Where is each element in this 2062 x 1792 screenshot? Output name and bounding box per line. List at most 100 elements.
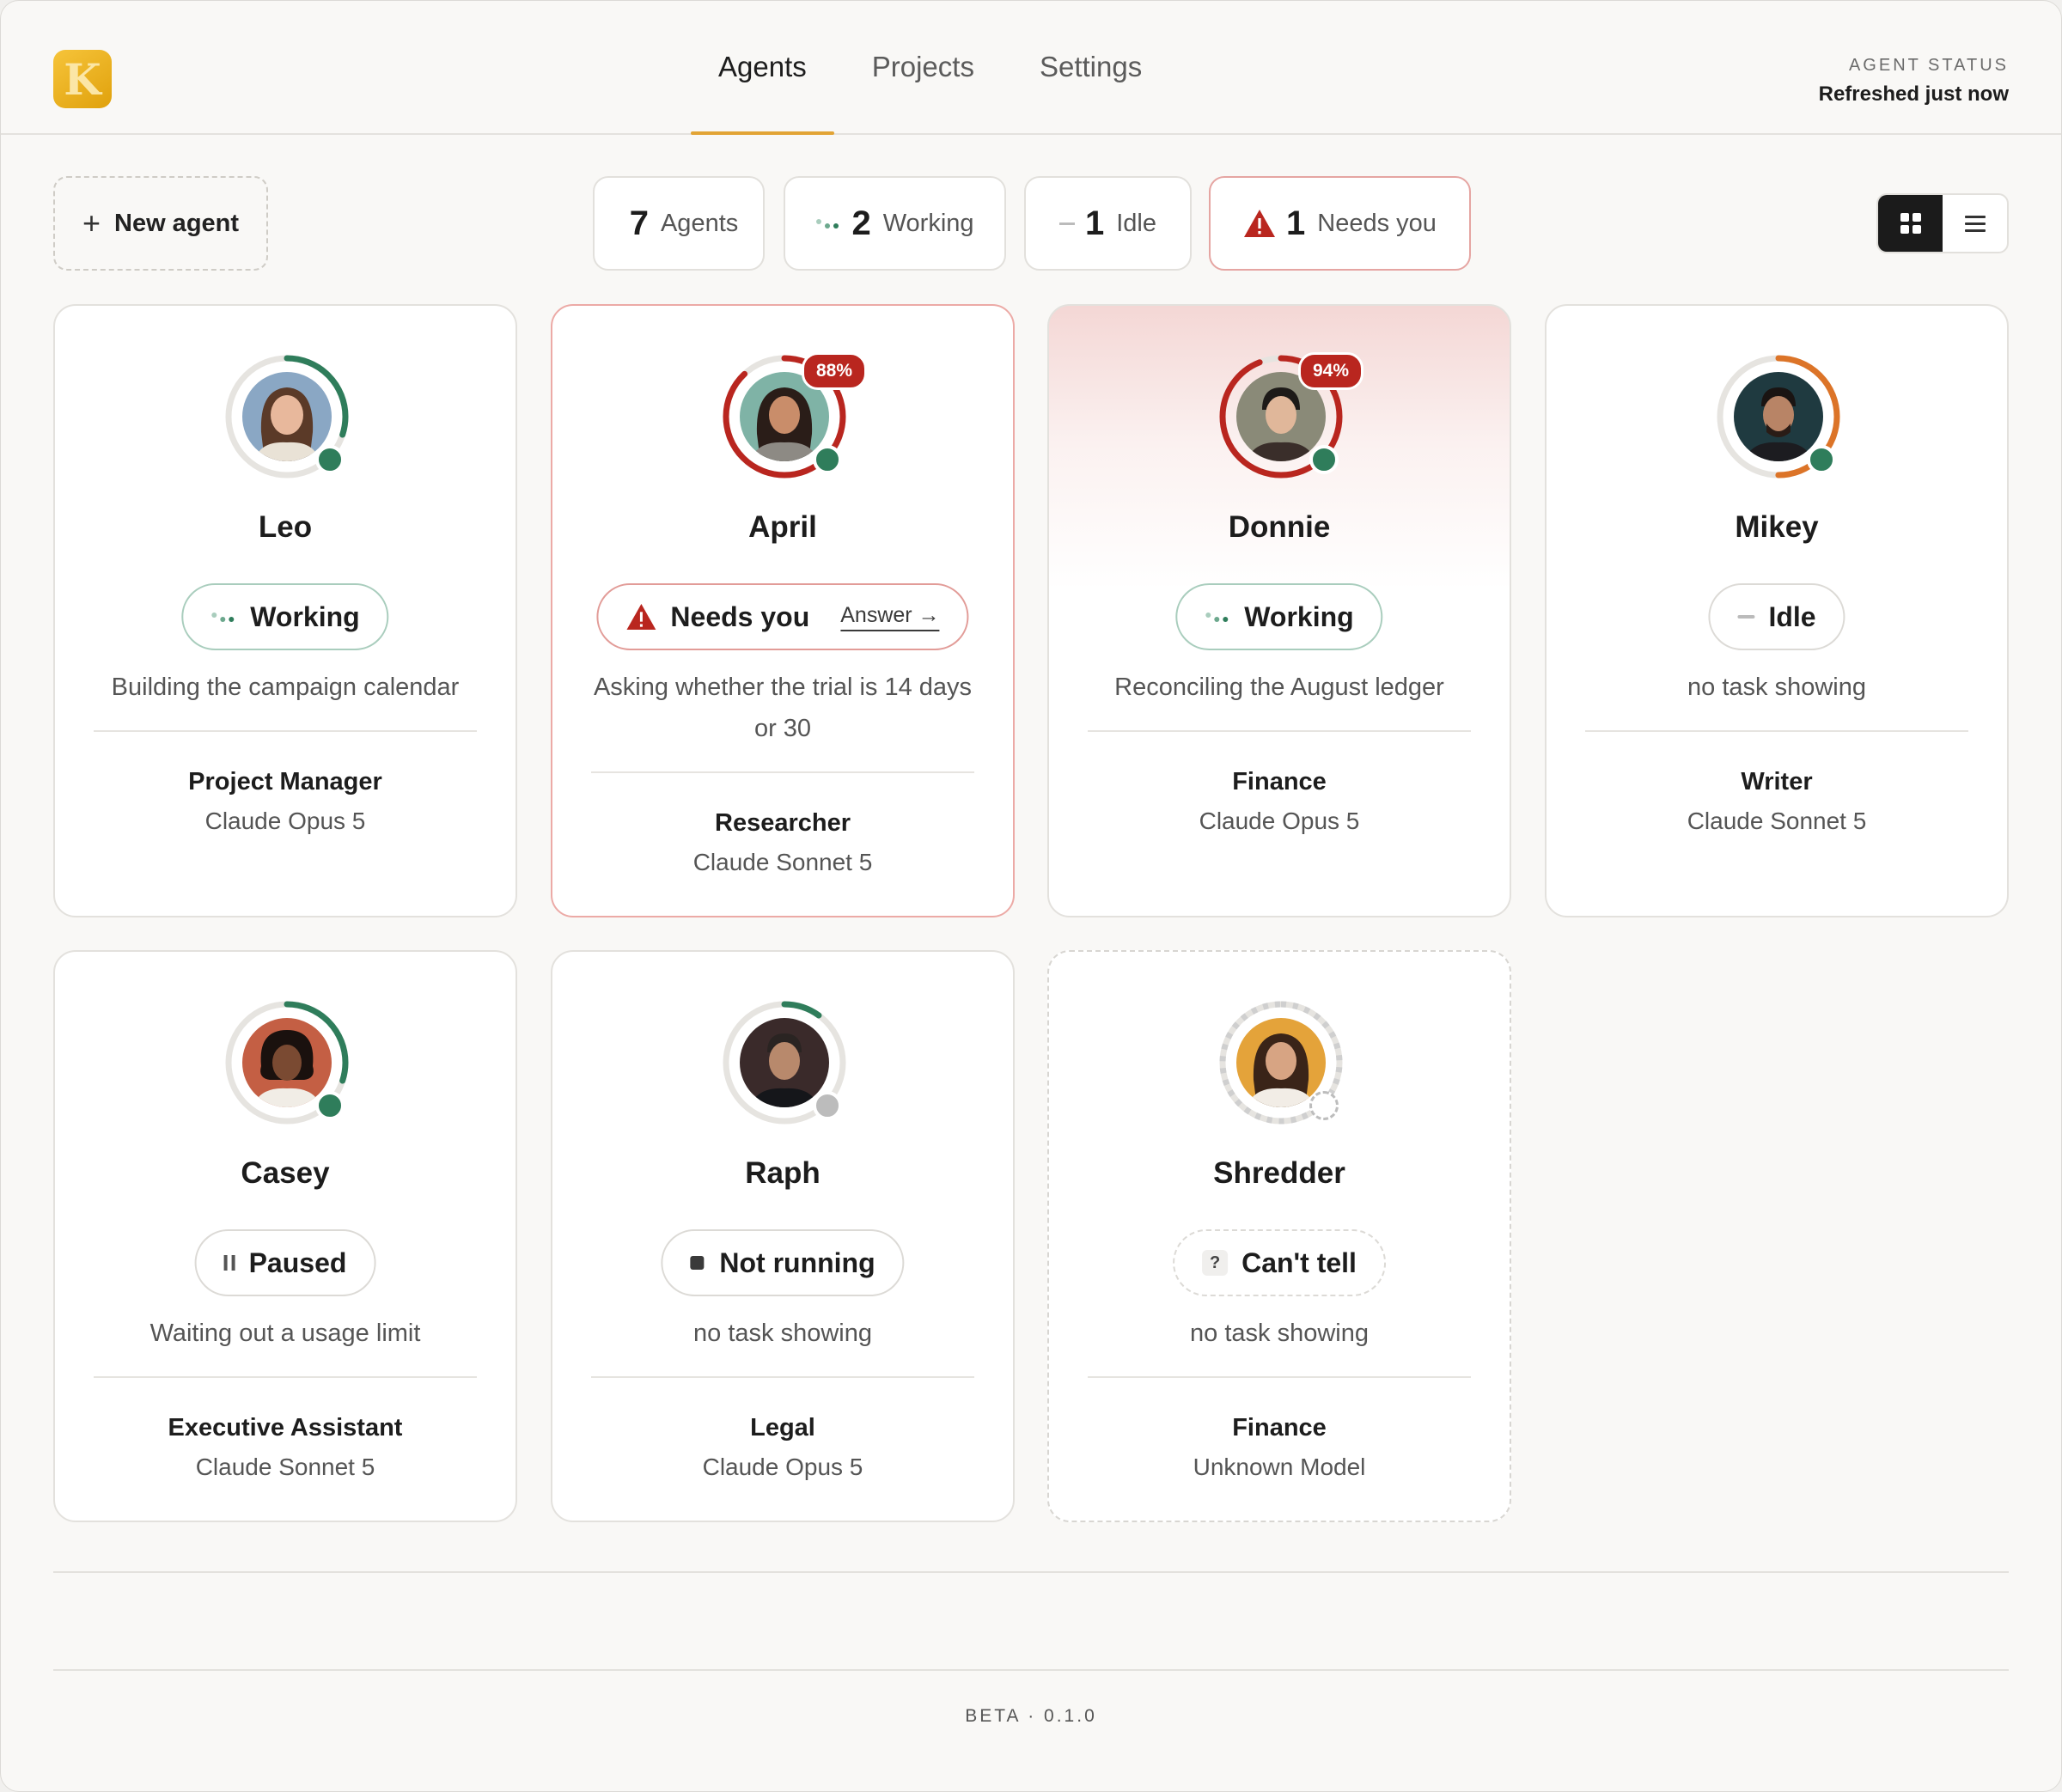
status-label: Working [1244, 600, 1354, 632]
agent-role: Finance [1232, 1414, 1327, 1442]
agent-role: Researcher [715, 809, 851, 837]
count-agents: 7 [629, 204, 649, 242]
online-indicator [315, 445, 345, 474]
context-usage-badge: 88% [802, 352, 868, 390]
new-agent-button[interactable]: + New agent [53, 176, 268, 271]
question-icon: ? [1202, 1250, 1229, 1276]
agent-card-april[interactable]: 88% April Needs you Answer → Asking whet… [551, 304, 1015, 917]
top-bar: K Agents Projects Settings AGENT STATUS … [1, 1, 2061, 135]
avatar-photo [242, 372, 332, 461]
avatar [1714, 352, 1843, 481]
agent-role: Executive Assistant [168, 1414, 403, 1442]
view-toggle [1876, 193, 2009, 253]
divider [591, 771, 974, 773]
status-label: Paused [248, 1246, 347, 1278]
agent-model: Claude Opus 5 [204, 808, 366, 834]
plus-icon: + [82, 205, 101, 241]
working-dots-icon [816, 219, 839, 229]
status-badge[interactable]: Needs you Answer → [596, 583, 969, 650]
status-badge: Working [181, 583, 389, 650]
agent-card-donnie[interactable]: 94% Donnie Working Reconciling the Augus… [1047, 304, 1511, 917]
avatar-photo [242, 1018, 332, 1107]
avatar [720, 998, 849, 1127]
section-divider [53, 1571, 2009, 1573]
status-label: Needs you [670, 600, 810, 632]
status-badge: Working [1175, 583, 1383, 650]
agent-role: Legal [750, 1414, 815, 1442]
answer-label: Answer [840, 602, 912, 627]
agent-card-raph[interactable]: Raph Not running no task showing Legal C… [551, 950, 1015, 1522]
divider [94, 1376, 477, 1378]
avatar-photo [1236, 1018, 1326, 1107]
tab-settings[interactable]: Settings [1040, 1, 1142, 133]
agent-status-label: AGENT STATUS [1848, 56, 2009, 75]
count-working: 2 [851, 204, 871, 242]
status-badge: Idle [1708, 583, 1845, 650]
new-agent-label: New agent [114, 209, 240, 237]
version-label: BETA · 0.1.0 [965, 1706, 1097, 1726]
agent-role: Project Manager [188, 768, 382, 795]
task-text: Asking whether the trial is 14 days or 3… [593, 674, 973, 742]
filter-working[interactable]: 2 Working [784, 176, 1006, 271]
count-needs-you: 1 [1286, 204, 1306, 242]
agent-name: Leo [258, 510, 313, 544]
avatar: 94% [1217, 352, 1364, 481]
list-view-button[interactable] [1943, 195, 2007, 252]
agent-name: Raph [745, 1156, 821, 1190]
agent-card-shredder[interactable]: Shredder ? Can't tell no task showing Fi… [1047, 950, 1511, 1522]
task-text: no task showing [1190, 1320, 1369, 1347]
agent-model: Claude Opus 5 [702, 1454, 863, 1480]
grid-view-button[interactable] [1878, 195, 1943, 252]
avatar-photo [1734, 372, 1823, 461]
answer-link[interactable]: Answer → [840, 602, 940, 631]
count-agents-label: Agents [660, 209, 739, 237]
agent-card-mikey[interactable]: Mikey Idle no task showing Writer Claude… [1545, 304, 2009, 917]
footer-divider [53, 1669, 2009, 1671]
agent-model: Claude Sonnet 5 [195, 1454, 375, 1480]
app-window: K Agents Projects Settings AGENT STATUS … [0, 0, 2062, 1792]
filter-idle[interactable]: 1 Idle [1024, 176, 1192, 271]
online-indicator [813, 445, 842, 474]
arrow-right-icon: → [918, 602, 940, 627]
task-text: no task showing [1687, 674, 1866, 701]
agent-name: Mikey [1735, 510, 1819, 544]
avatar-photo [740, 1018, 829, 1107]
divider [1088, 730, 1471, 732]
grid-icon [1900, 213, 1921, 234]
agent-name: April [748, 510, 817, 544]
filter-all-agents[interactable]: 7 Agents [593, 176, 765, 271]
divider [1585, 730, 1968, 732]
tab-projects[interactable]: Projects [872, 1, 974, 133]
online-indicator [1309, 445, 1339, 474]
task-text: no task showing [693, 1320, 872, 1347]
pause-icon [223, 1255, 235, 1271]
app-logo[interactable]: K [53, 50, 112, 108]
context-usage-badge: 94% [1298, 352, 1364, 390]
status-badge: ? Can't tell [1173, 1229, 1386, 1296]
main-nav: Agents Projects Settings [691, 1, 1207, 135]
count-idle-label: Idle [1116, 209, 1156, 237]
status-label: Working [250, 600, 360, 632]
dash-icon [1737, 615, 1755, 619]
agent-model: Unknown Model [1193, 1454, 1366, 1480]
status-badge: Not running [661, 1229, 905, 1296]
avatar [1217, 998, 1345, 1127]
divider [1088, 1376, 1471, 1378]
filter-needs-you[interactable]: 1 Needs you [1209, 176, 1471, 271]
task-text: Reconciling the August ledger [1114, 674, 1444, 701]
agent-name: Donnie [1228, 510, 1331, 544]
tab-agents[interactable]: Agents [691, 1, 834, 135]
agent-role: Finance [1232, 768, 1327, 795]
agent-role: Writer [1741, 768, 1813, 795]
agent-card-casey[interactable]: Casey Paused Waiting out a usage limit E… [53, 950, 517, 1522]
task-text: Building the campaign calendar [111, 674, 460, 701]
agent-card-leo[interactable]: Leo Working Building the campaign calend… [53, 304, 517, 917]
unknown-status-indicator [1309, 1091, 1339, 1120]
agent-model: Claude Sonnet 5 [1687, 808, 1867, 834]
working-dots-icon [211, 613, 235, 622]
status-badge: Paused [194, 1229, 376, 1296]
avatar: 88% [720, 352, 868, 481]
agent-status-value: Refreshed just now [1818, 82, 2009, 106]
agent-name: Casey [241, 1156, 330, 1190]
status-label: Can't tell [1241, 1246, 1357, 1278]
